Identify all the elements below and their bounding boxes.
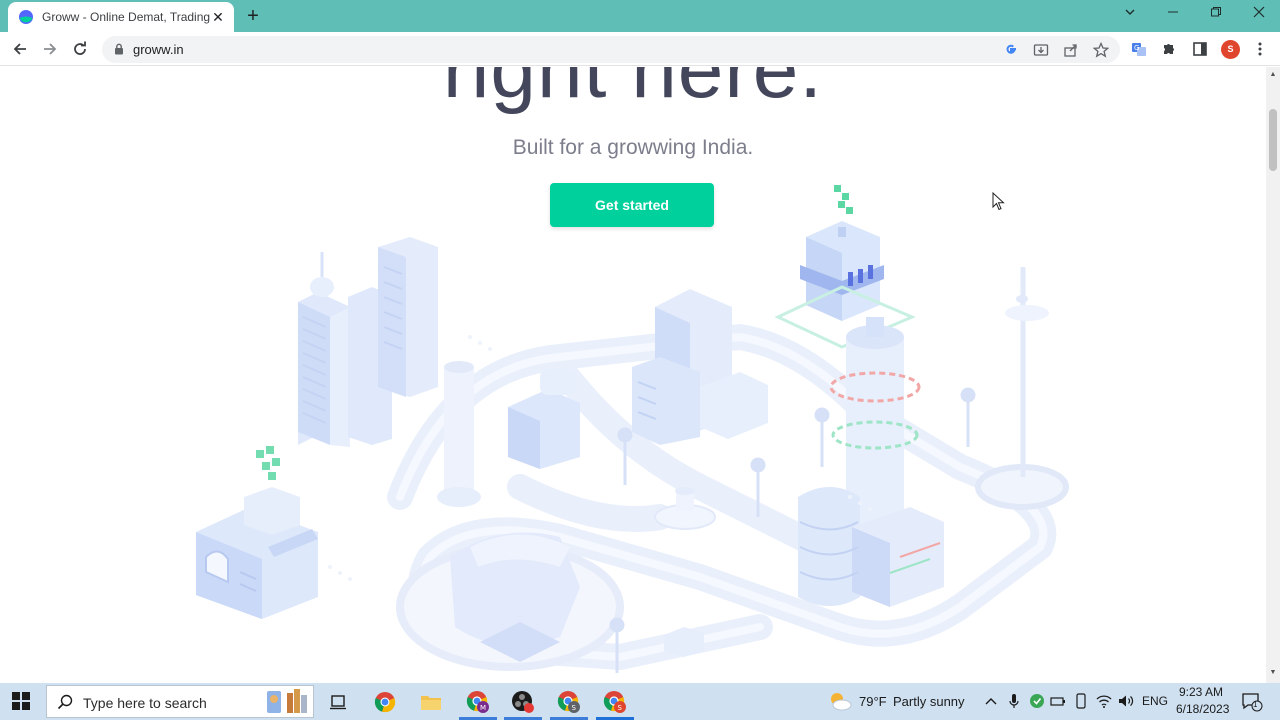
reload-icon[interactable] xyxy=(69,38,91,60)
translate-icon[interactable]: G xyxy=(1128,38,1150,60)
svg-text:M: M xyxy=(480,704,486,712)
task-view-icon[interactable] xyxy=(325,689,351,715)
minimize-button[interactable] xyxy=(1161,4,1185,24)
search-icon xyxy=(57,694,73,710)
tab-search-chevron-icon[interactable] xyxy=(1118,4,1142,24)
forward-icon[interactable] xyxy=(39,38,61,60)
battery-saver-icon[interactable] xyxy=(1050,693,1066,709)
show-hidden-icons-chevron-icon[interactable] xyxy=(983,693,999,709)
side-panel-icon[interactable] xyxy=(1189,38,1211,60)
microphone-icon[interactable] xyxy=(1006,693,1022,709)
search-placeholder: Type here to search xyxy=(83,695,207,711)
url-text[interactable]: groww.in xyxy=(133,42,184,57)
svg-text:S: S xyxy=(618,704,623,712)
google-lens-icon[interactable] xyxy=(1002,41,1020,59)
scroll-thumb[interactable] xyxy=(1269,109,1277,171)
chrome-profile-m-icon[interactable]: M xyxy=(465,689,491,715)
menu-icon[interactable] xyxy=(1249,38,1271,60)
tab-title: Groww - Online Demat, Trading a xyxy=(42,10,210,24)
scroll-down-arrow-icon[interactable]: ▼ xyxy=(1269,669,1277,677)
file-explorer-icon[interactable] xyxy=(418,689,444,715)
svg-text:G: G xyxy=(1134,44,1139,52)
back-icon[interactable] xyxy=(9,38,31,60)
install-icon[interactable] xyxy=(1032,41,1050,59)
weather-description[interactable]: Partly sunny xyxy=(893,694,965,709)
hero-subtitle: Built for a growwing India. xyxy=(512,136,754,159)
close-window-button[interactable] xyxy=(1247,4,1271,24)
app-tray-green-icon[interactable] xyxy=(1029,693,1045,709)
profile-avatar[interactable]: S xyxy=(1221,40,1240,59)
windows-taskbar: Type here to search M S S 79°F Partly su… xyxy=(0,683,1280,720)
volume-icon[interactable] xyxy=(1118,693,1134,709)
chrome-profile-active-icon[interactable]: S xyxy=(602,689,628,715)
taskbar-search-box[interactable]: Type here to search xyxy=(46,685,314,718)
svg-text:S: S xyxy=(572,704,577,712)
bookmark-star-icon[interactable] xyxy=(1092,41,1110,59)
browser-tab[interactable]: Groww - Online Demat, Trading a ✕ xyxy=(8,2,234,32)
weather-temperature[interactable]: 79°F xyxy=(859,694,887,709)
extensions-icon[interactable] xyxy=(1158,38,1180,60)
lock-icon[interactable] xyxy=(114,43,124,55)
groww-favicon-icon xyxy=(19,10,33,24)
restore-button[interactable] xyxy=(1204,4,1228,24)
browser-tab-strip: Groww - Online Demat, Trading a ✕ + xyxy=(0,0,1280,32)
webpage-content: right here. Built for a growwing India. … xyxy=(0,67,1266,683)
notification-center-icon[interactable]: 1 xyxy=(1240,691,1264,713)
clock-time[interactable]: 9:23 AM xyxy=(1179,685,1223,699)
obs-recorder-icon[interactable] xyxy=(510,689,536,715)
notification-count: 1 xyxy=(1253,700,1258,709)
clock-date[interactable]: 6/18/2023 xyxy=(1176,702,1229,716)
address-bar[interactable]: groww.in xyxy=(102,36,1120,63)
page-scrollbar[interactable]: ▲ ▼ xyxy=(1266,67,1280,683)
windows-start-icon[interactable] xyxy=(12,692,30,710)
new-tab-button[interactable]: + xyxy=(242,5,264,27)
hero-title: right here. xyxy=(442,67,824,115)
scroll-up-arrow-icon[interactable]: ▲ xyxy=(1269,71,1277,79)
chrome-profile-s-icon[interactable]: S xyxy=(556,689,582,715)
search-highlight-illustration-icon xyxy=(267,689,307,713)
input-language[interactable]: ENG xyxy=(1142,694,1168,708)
mouse-cursor-icon xyxy=(992,192,1005,211)
chrome-icon[interactable] xyxy=(372,689,398,715)
browser-toolbar: groww.in G xyxy=(0,32,1280,66)
device-icon[interactable] xyxy=(1073,693,1089,709)
share-icon[interactable] xyxy=(1062,41,1080,59)
get-started-button[interactable]: Get started xyxy=(550,183,714,227)
wifi-icon[interactable] xyxy=(1096,693,1112,709)
tab-close-icon[interactable]: ✕ xyxy=(210,9,226,25)
weather-icon[interactable] xyxy=(828,690,852,712)
